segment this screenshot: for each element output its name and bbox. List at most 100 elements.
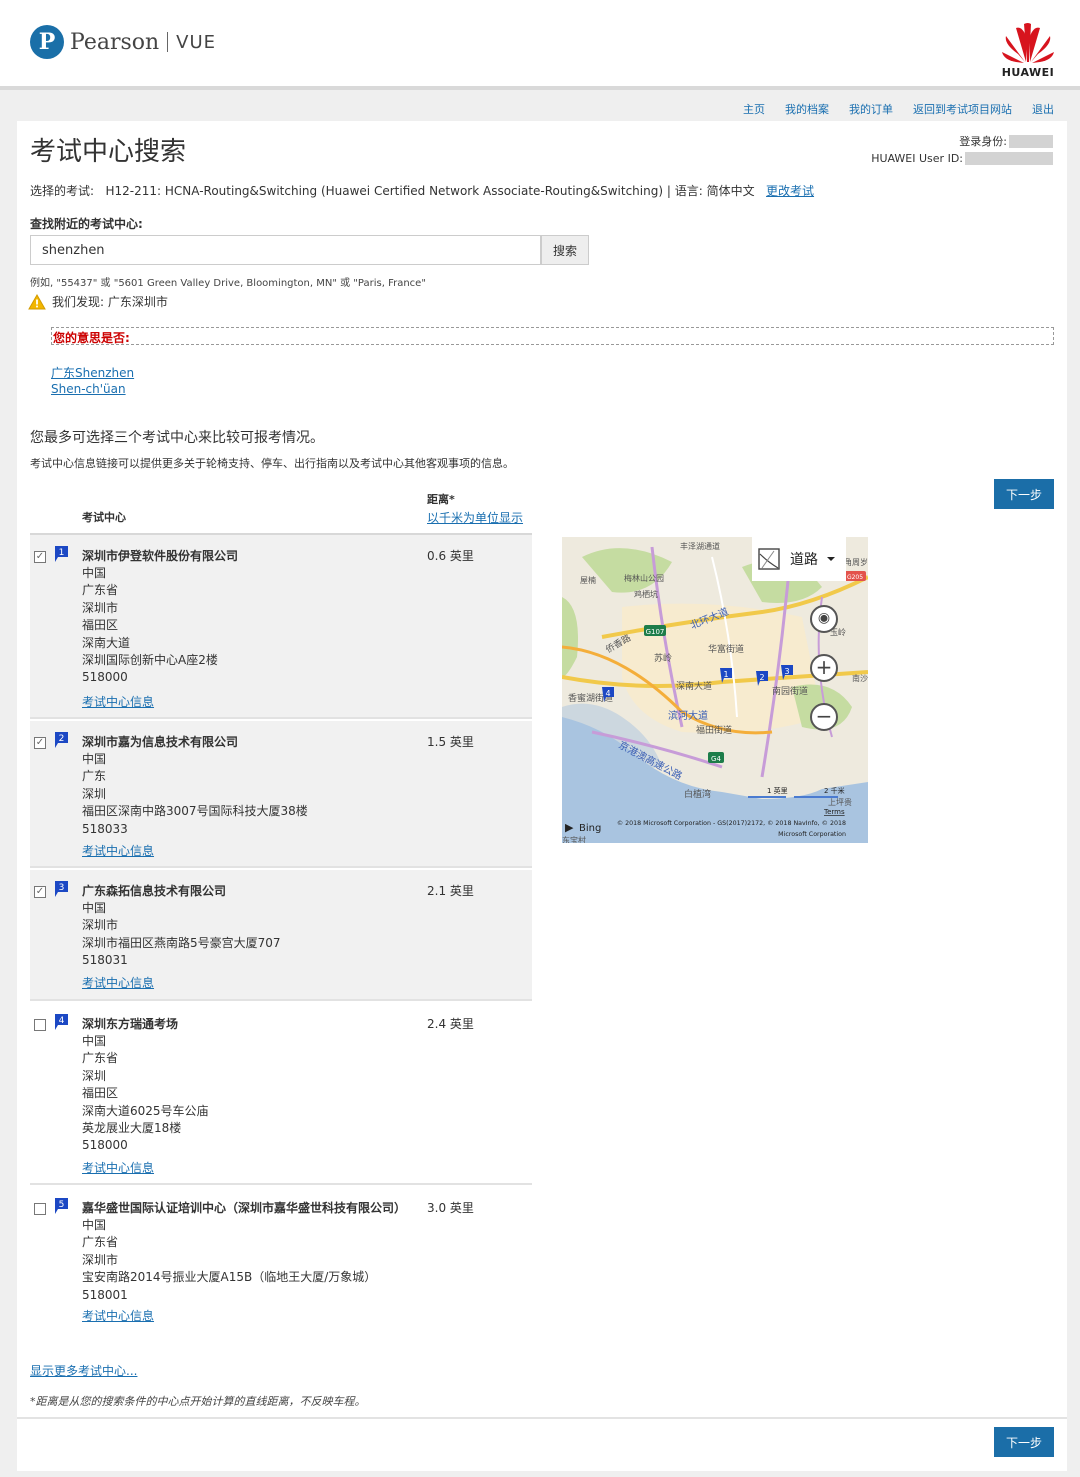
compare-checkbox[interactable] [34,1203,46,1215]
map-copyright: Microsoft Corporation [778,831,846,838]
next-button-bottom[interactable]: 下一步 [994,1427,1054,1457]
test-center-row: 5 嘉华盛世国际认证培训中心（深圳市嘉华盛世科技有限公司） 3.0 英里 中国广… [30,1187,532,1334]
svg-text:▶: ▶ [565,821,574,834]
nav-logout[interactable]: 退出 [1032,101,1054,117]
map-terms-link: Terms [823,808,845,816]
center-info-link[interactable]: 考试中心信息 [82,1307,154,1324]
nav-home[interactable]: 主页 [743,101,765,117]
distance-footnote: *距离是从您的搜索条件的中心点开始计算的直线距离，不反映车程。 [30,1395,366,1408]
nav-orders[interactable]: 我的订单 [849,101,893,117]
center-column-header: 考试中心 [82,511,126,524]
redacted-login [1009,135,1053,148]
nav-return-to-program[interactable]: 返回到考试项目网站 [913,101,1012,117]
map-scale-km: 2 千米 [824,786,845,795]
center-address: 中国 广东省 深圳 福田区 深南大道6025号车公庙 英龙展业大厦18楼 518000 [82,1034,209,1153]
center-info-link[interactable]: 考试中心信息 [82,842,154,859]
huawei-flower-icon [1002,23,1054,63]
change-exam-link[interactable]: 更改考试 [766,184,814,198]
page-title: 考试中心搜索 [30,137,187,167]
compare-checkbox[interactable]: ✓ [34,886,46,898]
search-example: 例如, "55437" 或 "5601 Green Valley Drive, … [30,278,426,289]
search-label: 查找附近的考试中心: [30,217,143,231]
center-info-link[interactable]: 考试中心信息 [82,693,154,710]
vue-wordmark: VUE [176,31,217,53]
found-notice: 我们发现: 广东深圳市 [28,293,168,310]
map-label: 角周岁 [844,557,868,567]
did-you-mean-title: 您的意思是否: [53,331,130,345]
map-pin-flag-icon: 1 [55,546,68,562]
center-distance: 1.5 英里 [427,735,474,749]
map-pin-flag-icon: 3 [55,881,68,897]
exam-name: H12-211: HCNA-Routing&Switching (Huawei … [105,184,664,198]
map-label: 滨河大道 [668,709,708,722]
next-button-top[interactable]: 下一步 [994,479,1054,509]
map-label: 南园街道 [772,685,808,697]
identity-box: 登录身份: HUAWEI User ID: [871,133,1053,167]
search-button[interactable]: 搜索 [541,235,589,265]
road-shield-g4: G4 [711,755,721,763]
huawei-wordmark: HUAWEI [1001,66,1055,79]
logo-divider [167,32,169,52]
map-pin-1: 1 [723,670,728,679]
map-canvas[interactable]: G107 G4 G205 丰泽湖通道 梅林山公园 鸡栖坑 屋楠 北环大道 侨香路… [562,537,868,843]
test-center-row: ✓ 1 深圳市伊登软件股份有限公司 0.6 英里 中国 广东省 深圳市 福田区 深南大道… [30,535,532,719]
center-name: 深圳市伊登软件股份有限公司 [82,549,239,563]
compare-title: 您最多可选择三个考试中心来比较可报考情况。 [30,430,324,446]
location-search-input[interactable] [30,235,541,265]
map-copyright: © 2018 Microsoft Corporation - GS(2017)2… [617,819,846,827]
did-you-mean-box: 您的意思是否: [51,327,1054,345]
bing-logo: Bing [579,823,601,834]
zoom-in-button[interactable]: + [810,654,838,682]
exam-language: | 语言: 简体中文 [666,184,755,198]
center-info-link[interactable]: 考试中心信息 [82,974,154,991]
distance-column-header: 距离* [427,493,455,506]
pearson-wordmark: Pearson [70,29,160,55]
center-address: 中国 广东省 深圳市 福田区 深南大道 深圳国际创新中心A座2楼 518000 [82,566,218,685]
top-header: P Pearson VUE HUAWEI [0,0,1080,90]
svg-text:1: 1 [59,548,65,558]
top-nav: 主页 我的档案 我的订单 返回到考试项目网站 退出 [743,101,1054,117]
center-name: 深圳东方瑞通考场 [82,1017,179,1031]
map-pin-4: 4 [605,689,610,698]
map-layer-icon [758,548,780,570]
map-label: 鸡栖坑 [634,589,658,599]
center-address: 中国 广东省 深圳市 宝安南路2014号振业大厦A15B（临地王大厦/万象城） 5180… [82,1218,377,1302]
map-pin-2: 2 [759,673,764,682]
map-type-label: 道路 [790,552,818,568]
map-label: 东宝村 [562,835,586,843]
center-address: 中国 广东 深圳 福田区深南中路3007号国际科技大厦38楼 518033 [82,752,308,836]
svg-text:3: 3 [59,883,65,893]
suggestion-link[interactable]: Shen-ch'üan [51,382,126,396]
center-info-link[interactable]: 考试中心信息 [82,1159,154,1176]
selected-exam: 选择的考试: H12-211: HCNA-Routing&Switching (… [30,182,814,199]
map-label: 屋楠 [580,575,596,585]
suggestion-link[interactable]: 广东Shenzhen [51,364,134,381]
warning-icon [28,293,46,309]
center-distance: 0.6 英里 [427,549,474,563]
locate-me-button[interactable]: ◉ [810,605,838,633]
user-id-label: HUAWEI User ID: [871,152,963,165]
center-name: 深圳市嘉为信息技术有限公司 [82,735,239,749]
login-label: 登录身份: [959,135,1007,148]
nav-profile[interactable]: 我的档案 [785,101,829,117]
map-label: 白植湾 [684,788,711,800]
map-label: 南沙 [852,673,868,683]
compare-checkbox[interactable]: ✓ [34,551,46,563]
main-panel: 考试中心搜索 登录身份: HUAWEI User ID: 选择的考试: H12-… [17,121,1067,1471]
compare-checkbox[interactable]: ✓ [34,737,46,749]
compare-checkbox[interactable] [34,1019,46,1031]
map-pin-flag-icon: 5 [55,1198,68,1214]
test-center-row: ✓ 2 深圳市嘉为信息技术有限公司 1.5 英里 中国 广东 深圳 福田区深南中路30… [30,721,532,868]
bing-map[interactable]: G107 G4 G205 丰泽湖通道 梅林山公园 鸡栖坑 屋楠 北环大道 侨香路… [562,537,868,843]
zoom-out-button[interactable]: − [810,703,838,731]
map-type-selector[interactable]: 道路 [752,537,846,581]
center-name: 嘉华盛世国际认证培训中心（深圳市嘉华盛世科技有限公司） [82,1201,407,1215]
huawei-logo: HUAWEI [1000,22,1056,80]
center-name: 广东森拓信息技术有限公司 [82,884,227,898]
center-distance: 2.4 英里 [427,1017,474,1031]
show-more-centers-link[interactable]: 显示更多考试中心... [30,1362,137,1379]
svg-text:2: 2 [59,734,65,744]
show-in-km-link[interactable]: 以千米为单位显示 [427,509,523,526]
pearson-vue-logo[interactable]: P Pearson VUE [30,24,216,60]
map-label: 梅林山公园 [624,573,664,583]
